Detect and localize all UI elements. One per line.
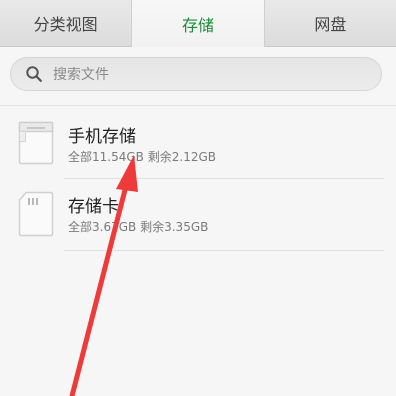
divider [64, 250, 384, 251]
search-placeholder: 搜索文件 [53, 67, 109, 83]
tab-cloud-drive-label: 网盘 [314, 15, 347, 34]
tab-category-view-label: 分类视图 [33, 15, 98, 34]
search-icon [25, 57, 51, 91]
divider [64, 178, 384, 179]
search-input[interactable]: 搜索文件 [10, 57, 382, 91]
free-label: 剩余 [147, 150, 172, 164]
tab-storage[interactable]: 存储 [131, 0, 265, 47]
storage-item-phone[interactable]: 手机存储 全部11.54GB 剩余2.12GB [0, 112, 396, 186]
storage-item-details: 全部11.54GB 剩余2.12GB [68, 148, 216, 165]
total-value: 3.67GB [92, 220, 137, 234]
tab-storage-label: 存储 [181, 15, 214, 35]
free-value: 2.12GB [171, 150, 216, 164]
sd-card-icon [18, 191, 54, 237]
storage-item-details: 全部3.67GB 剩余3.35GB [68, 218, 208, 235]
divider [0, 105, 396, 106]
total-label: 全部 [68, 150, 93, 164]
storage-item-title: 存储卡 [68, 197, 119, 217]
storage-item-sd-card[interactable]: 存储卡 全部3.67GB 剩余3.35GB [0, 184, 396, 258]
tab-category-view[interactable]: 分类视图 [0, 0, 131, 46]
total-value: 11.54GB [92, 150, 144, 164]
storage-item-title: 手机存储 [68, 127, 136, 147]
phone-storage-icon [18, 121, 54, 165]
search-area: 搜索文件 [0, 47, 396, 105]
tab-cloud-drive[interactable]: 网盘 [265, 0, 396, 46]
total-label: 全部 [68, 220, 93, 234]
free-value: 3.35GB [164, 220, 209, 234]
tab-bar: 分类视图 存储 网盘 [0, 0, 396, 47]
free-label: 剩余 [140, 220, 165, 234]
